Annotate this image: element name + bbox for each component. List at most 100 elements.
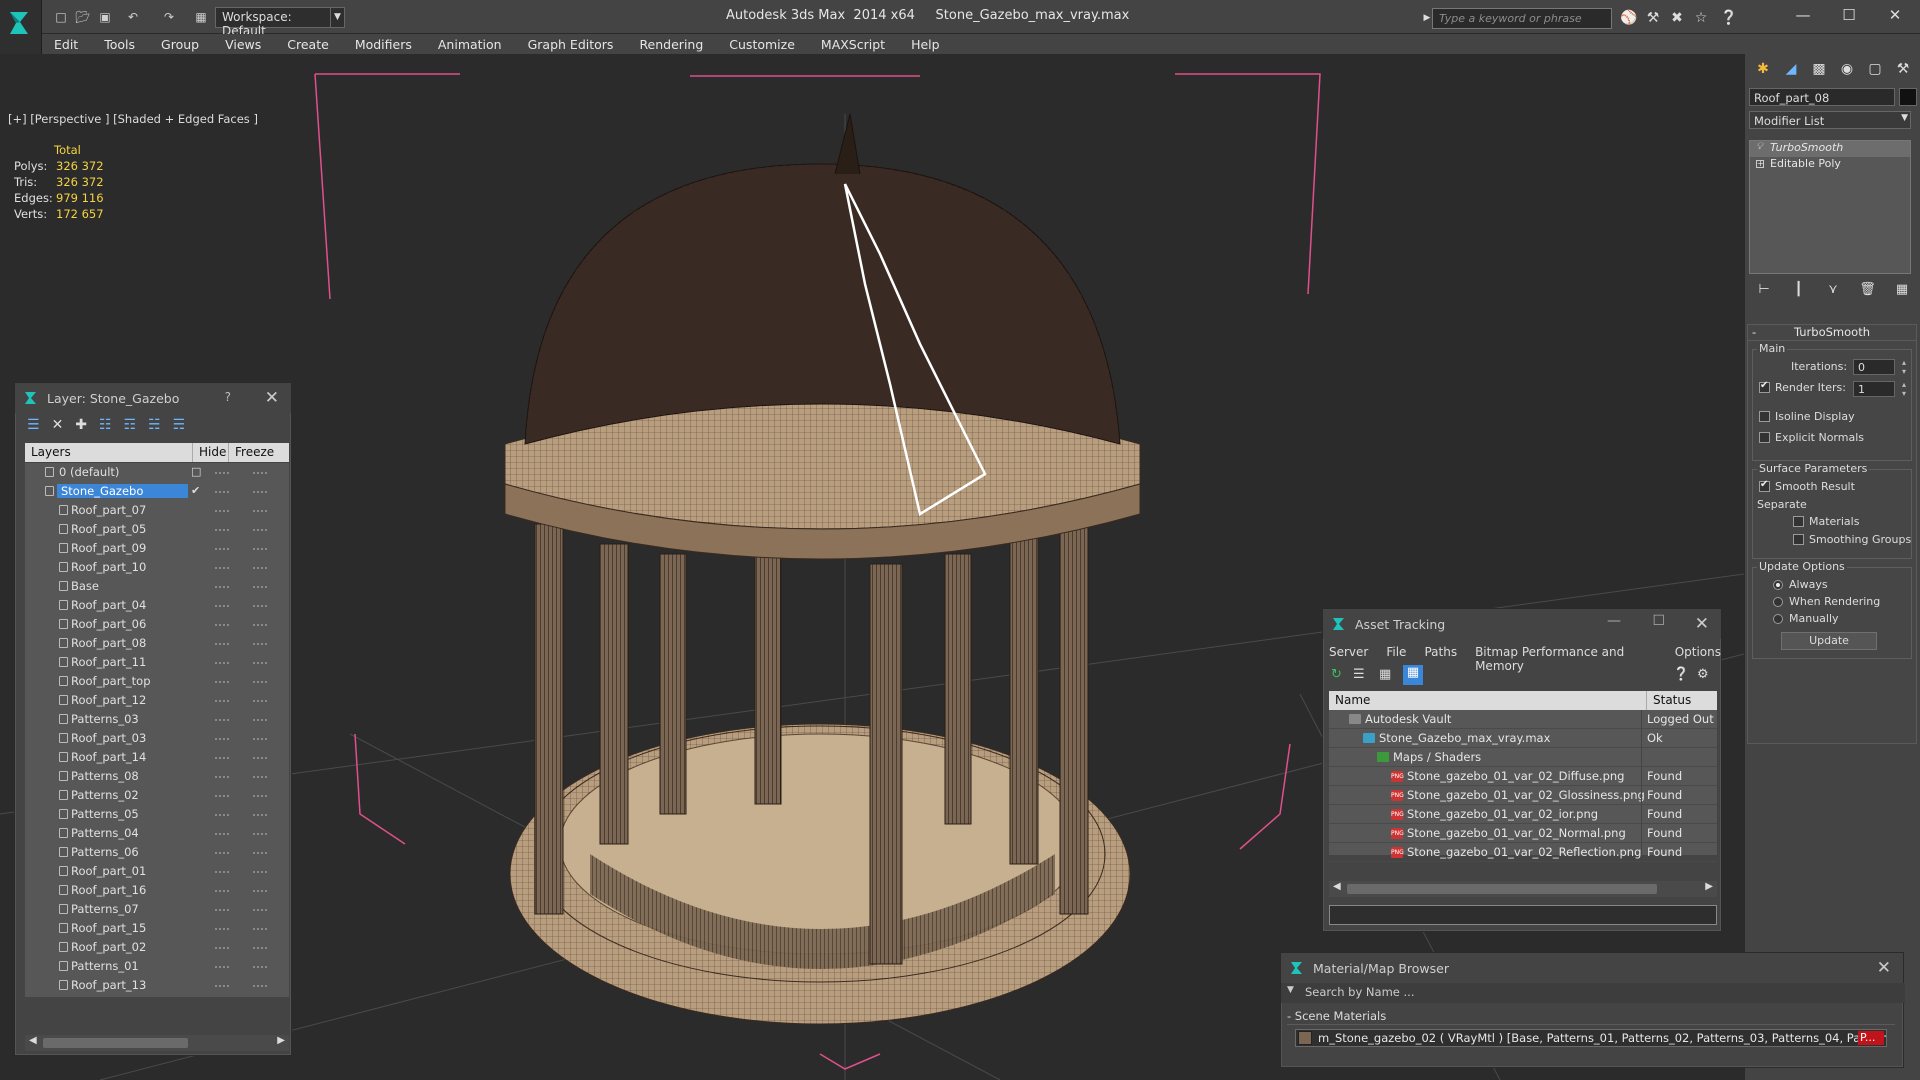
layer-row[interactable]: Patterns_02 — [25, 786, 289, 805]
hide-toggle[interactable] — [215, 681, 229, 683]
freeze-toggle[interactable] — [253, 738, 267, 740]
menu-group[interactable]: Group — [161, 37, 199, 52]
list-view-icon[interactable]: ☰ — [1353, 667, 1365, 682]
layer-row[interactable]: 0 (default) □ — [25, 463, 289, 482]
redo-icon[interactable]: ↷ — [158, 7, 180, 27]
hide-toggle[interactable] — [215, 890, 229, 892]
menu-graph-editors[interactable]: Graph Editors — [528, 37, 614, 52]
layer-row[interactable]: Roof_part_16 — [25, 881, 289, 900]
layer-row[interactable]: Roof_part_12 — [25, 691, 289, 710]
close-button[interactable]: ✕ — [1872, 0, 1918, 30]
freeze-toggle[interactable] — [253, 491, 267, 493]
asset-path-field[interactable] — [1329, 905, 1717, 925]
object-name-field[interactable]: Roof_part_08 — [1749, 88, 1895, 106]
menu-create[interactable]: Create — [287, 37, 329, 52]
help-search-input[interactable]: Type a keyword or phrase — [1432, 8, 1612, 29]
motion-tab-icon[interactable]: ◉ — [1837, 59, 1857, 79]
delete-layer-icon[interactable]: ✕ — [52, 417, 64, 437]
layer-toggle-icon[interactable]: □ — [191, 465, 201, 478]
hide-toggle[interactable] — [215, 757, 229, 759]
layer-row[interactable]: Base — [25, 577, 289, 596]
hide-toggle[interactable] — [215, 529, 229, 531]
column-layers[interactable]: Layers — [25, 443, 193, 462]
hide-toggle[interactable] — [215, 700, 229, 702]
tree-view-icon[interactable]: ▦ — [1379, 667, 1391, 682]
layer-row[interactable]: Roof_part_01 — [25, 862, 289, 881]
freeze-toggle[interactable] — [253, 890, 267, 892]
layer-row[interactable]: Roof_part_10 — [25, 558, 289, 577]
freeze-toggle[interactable] — [253, 548, 267, 550]
layer-row[interactable]: Roof_part_13 — [25, 976, 289, 995]
help-icon[interactable]: ❔ — [1720, 9, 1738, 27]
layer-row[interactable]: Patterns_06 — [25, 843, 289, 862]
asset-row[interactable]: Autodesk Vault Logged Out — [1329, 710, 1717, 729]
menu-animation[interactable]: Animation — [438, 37, 502, 52]
hide-toggle[interactable] — [215, 624, 229, 626]
asset-row[interactable]: PNG Stone_gazebo_01_var_02_Normal.png Foun… — [1329, 824, 1717, 843]
layer-row[interactable]: Roof_part_11 — [25, 653, 289, 672]
modifier-list-dropdown[interactable]: Modifier List ▼ — [1749, 111, 1911, 129]
make-unique-icon[interactable]: ⋎ — [1822, 282, 1844, 304]
freeze-toggle[interactable] — [253, 909, 267, 911]
object-color-swatch[interactable] — [1899, 88, 1917, 106]
workspace-dropdown[interactable]: Workspace: Default ▼ — [215, 7, 345, 38]
save-file-icon[interactable]: ▣ — [94, 7, 116, 27]
scroll-right-icon[interactable]: ▶ — [277, 1035, 285, 1046]
layer-list-scrollbar[interactable]: ◀ ▶ — [25, 1035, 289, 1051]
freeze-toggle[interactable] — [253, 985, 267, 987]
column-hide[interactable]: Hide — [193, 443, 229, 462]
create-layer-icon[interactable]: ☰ — [27, 417, 40, 437]
close-icon[interactable]: ✕ — [1877, 958, 1891, 978]
asset-row[interactable]: PNG Stone_gazebo_01_var_02_Reflection.png… — [1329, 843, 1717, 862]
layer-row[interactable]: Patterns_03 — [25, 710, 289, 729]
render-iters-checkbox[interactable] — [1759, 380, 1770, 393]
layer-row[interactable]: Patterns_01 — [25, 957, 289, 976]
hide-toggle[interactable] — [215, 738, 229, 740]
hide-toggle[interactable] — [215, 586, 229, 588]
freeze-toggle[interactable] — [253, 928, 267, 930]
scroll-left-icon[interactable]: ◀ — [1333, 881, 1341, 892]
minimize-button[interactable]: — — [1780, 0, 1826, 30]
menu-views[interactable]: Views — [225, 37, 261, 52]
material-browser-title-bar[interactable]: Material/Map Browser ✕ — [1281, 953, 1903, 983]
hierarchy-tab-icon[interactable]: ▩ — [1809, 59, 1829, 79]
hide-toggle[interactable] — [215, 662, 229, 664]
hide-toggle[interactable] — [215, 776, 229, 778]
hide-toggle[interactable] — [215, 548, 229, 550]
hide-toggle[interactable] — [215, 928, 229, 930]
vault-help-icon[interactable]: ❔ — [1673, 667, 1689, 682]
utilities-tab-icon[interactable]: ⚒ — [1893, 59, 1913, 79]
column-status[interactable]: Status — [1647, 691, 1717, 710]
layer-row[interactable]: Roof_part_15 — [25, 919, 289, 938]
lightbulb-icon[interactable]: 💡︎ — [1756, 141, 1763, 152]
freeze-toggle[interactable] — [253, 795, 267, 797]
layer-panel-title-bar[interactable]: Layer: Stone_Gazebo ? ✕ — [15, 383, 291, 413]
separate-smoothing-groups-checkbox[interactable] — [1793, 534, 1804, 545]
freeze-toggle[interactable] — [253, 472, 267, 474]
hide-toggle[interactable] — [215, 605, 229, 607]
column-freeze[interactable]: Freeze — [229, 443, 289, 462]
freeze-toggle[interactable] — [253, 947, 267, 949]
scroll-right-icon[interactable]: ▶ — [1705, 881, 1713, 892]
layer-row[interactable]: Roof_part_05 — [25, 520, 289, 539]
hide-toggle[interactable] — [215, 909, 229, 911]
favorites-star-icon[interactable]: ☆ — [1692, 9, 1710, 27]
hide-toggle[interactable] — [215, 643, 229, 645]
layer-row[interactable]: Roof_part_06 — [25, 615, 289, 634]
freeze-toggle[interactable] — [253, 700, 267, 702]
layer-list[interactable]: 0 (default) □ Stone_Gazebo ✔ Roof_part_07 Roo… — [25, 463, 289, 997]
freeze-toggle[interactable] — [253, 529, 267, 531]
active-layer-check-icon[interactable]: ✔ — [191, 484, 200, 497]
asset-row[interactable]: PNG Stone_gazebo_01_var_02_ior.png Found — [1329, 805, 1717, 824]
layer-row[interactable]: Roof_part_08 — [25, 634, 289, 653]
help-icon[interactable]: ? — [225, 390, 231, 404]
hide-toggle[interactable] — [215, 795, 229, 797]
layer-row[interactable]: Patterns_04 — [25, 824, 289, 843]
layer-row[interactable]: Stone_Gazebo — [25, 995, 289, 997]
menu-modifiers[interactable]: Modifiers — [355, 37, 412, 52]
modifier-stack[interactable]: 💡︎ TurboSmooth + Editable Poly — [1749, 140, 1911, 274]
show-end-result-icon[interactable]: ┃ — [1788, 282, 1810, 304]
menu-customize[interactable]: Customize — [729, 37, 795, 52]
asset-row[interactable]: PNG Stone_gazebo_01_var_02_Glossiness.png… — [1329, 786, 1717, 805]
material-search-input[interactable]: ▼ Search by Name ... — [1281, 983, 1905, 1003]
